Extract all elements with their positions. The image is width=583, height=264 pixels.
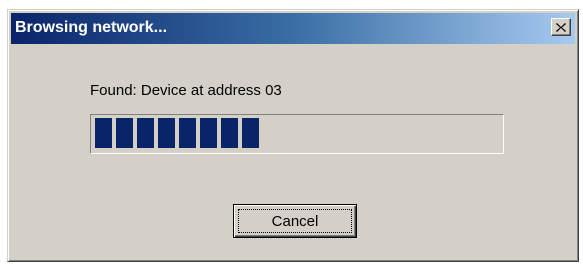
title-bar[interactable]: Browsing network... [11, 13, 575, 44]
progress-segment [137, 118, 154, 148]
progress-segment [179, 118, 196, 148]
progress-segment [200, 118, 217, 148]
progress-segment [221, 118, 238, 148]
cancel-button[interactable]: Cancel [233, 204, 357, 238]
close-button[interactable] [551, 18, 571, 36]
progress-bar [90, 114, 504, 154]
browsing-dialog: Browsing network... Found: Device at add… [7, 9, 579, 262]
progress-segment [158, 118, 175, 148]
status-message: Found: Device at address 03 [90, 82, 282, 99]
progress-segment [116, 118, 133, 148]
progress-segment [242, 118, 259, 148]
close-icon [556, 22, 566, 32]
progress-segment [95, 118, 112, 148]
window-title: Browsing network... [15, 19, 168, 36]
progress-track [93, 117, 501, 151]
